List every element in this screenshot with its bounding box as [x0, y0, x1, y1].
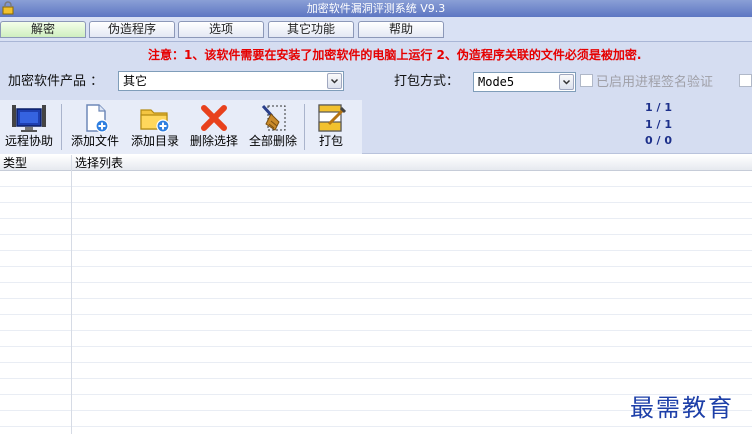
tab-help[interactable]: 帮助: [358, 21, 444, 38]
product-label: 加密软件产品 ：: [8, 74, 104, 89]
chevron-down-icon: [330, 78, 339, 84]
remote-assist-label: 远程协助: [4, 134, 53, 148]
pack-select[interactable]: Mode5: [473, 72, 576, 92]
watermark-text: 最需教育: [630, 394, 734, 422]
app-lock-icon: [2, 1, 14, 15]
remote-assist-button[interactable]: 远程协助: [1, 102, 57, 152]
window-title: 加密软件漏洞评测系统 V9.3: [306, 2, 446, 15]
toolbar: 远程协助 添加文件 添加目录 删除选择 全部删除 打包 1 / 1 1 / 1 …: [0, 100, 752, 154]
extra-checkbox[interactable]: [739, 74, 752, 87]
tab-bar: 解密 伪造程序 选项 其它功能 帮助: [0, 17, 752, 42]
monitor-icon: [12, 105, 46, 132]
chevron-down-icon: [562, 79, 571, 85]
toolbar-separator: [61, 104, 62, 150]
delete-all-button[interactable]: 全部删除: [245, 102, 301, 152]
pack-label: 打包方式：: [394, 74, 460, 89]
delete-x-icon: [201, 105, 227, 131]
delete-selected-button[interactable]: 删除选择: [186, 102, 242, 152]
pack-button[interactable]: 打包: [312, 102, 350, 152]
notice-text: 注意：1、该软件需要在安装了加密软件的电脑上运行 2、伪造程序关联的文件必须是被…: [148, 48, 642, 62]
column-type[interactable]: 类型: [0, 155, 71, 171]
add-file-icon: [86, 104, 109, 133]
tab-decrypt[interactable]: 解密: [0, 21, 86, 38]
counter-3: 0 / 0: [645, 134, 672, 147]
product-select[interactable]: 其它: [118, 71, 344, 91]
settings-panel: 注意：1、该软件需要在安装了加密软件的电脑上运行 2、伪造程序关联的文件必须是被…: [0, 42, 752, 100]
signature-checkbox[interactable]: [580, 74, 593, 87]
toolbar-separator: [304, 104, 305, 150]
delete-selected-label: 删除选择: [189, 134, 238, 148]
pack-label-text: 打包: [318, 134, 343, 148]
add-directory-label: 添加目录: [130, 134, 179, 148]
add-file-label: 添加文件: [70, 134, 119, 148]
pack-document-icon: [318, 104, 347, 132]
add-directory-button[interactable]: 添加目录: [126, 102, 184, 152]
pack-select-value: Mode5: [478, 75, 515, 89]
tab-options[interactable]: 选项: [178, 21, 264, 38]
product-select-value: 其它: [123, 74, 148, 88]
counter-1: 1 / 1: [645, 101, 672, 114]
add-file-button[interactable]: 添加文件: [66, 102, 124, 152]
add-folder-icon: [140, 109, 170, 133]
broom-icon: [261, 104, 286, 131]
column-selection-list[interactable]: 选择列表: [71, 155, 752, 171]
column-divider: [71, 155, 72, 434]
tab-fake-program[interactable]: 伪造程序: [89, 21, 175, 38]
signature-label: 已启用进程签名验证: [596, 75, 714, 90]
delete-all-label: 全部删除: [248, 134, 297, 148]
title-bar: 加密软件漏洞评测系统 V9.3: [0, 0, 752, 17]
list-header: 类型 选择列表: [0, 155, 752, 171]
product-dropdown-icon[interactable]: [327, 73, 342, 89]
pack-dropdown-icon[interactable]: [559, 74, 574, 90]
tab-other-functions[interactable]: 其它功能: [268, 21, 354, 38]
counter-2: 1 / 1: [645, 118, 672, 131]
